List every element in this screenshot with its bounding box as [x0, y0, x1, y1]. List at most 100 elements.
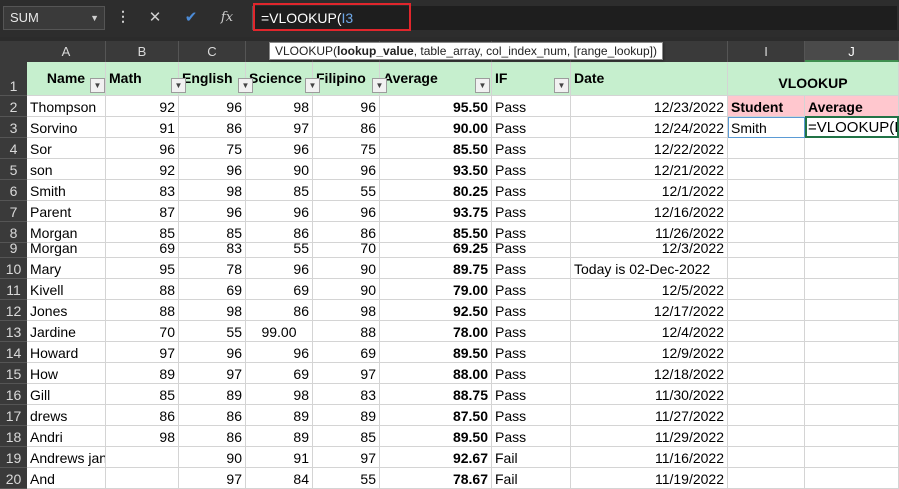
empty-cell[interactable] [805, 138, 899, 159]
cell-if-result[interactable]: Fail [492, 447, 571, 468]
cell-date[interactable]: 12/1/2022 [571, 180, 728, 201]
row-header[interactable]: 12 [0, 300, 27, 321]
cell-filipino[interactable]: 96 [313, 96, 380, 117]
cell-filipino[interactable]: 86 [313, 117, 380, 138]
empty-cell[interactable] [728, 384, 805, 405]
cell-math[interactable] [106, 468, 179, 489]
cell-filipino[interactable]: 90 [313, 279, 380, 300]
empty-cell[interactable] [805, 243, 899, 258]
cell-average[interactable]: 89.75 [380, 258, 492, 279]
row-header[interactable]: 1 [0, 62, 27, 96]
row-header[interactable]: 15 [0, 363, 27, 384]
cell-date[interactable]: 12/23/2022 [571, 96, 728, 117]
cell-science[interactable]: 96 [246, 342, 313, 363]
row-header[interactable]: 16 [0, 384, 27, 405]
cell-name[interactable]: Kivell [27, 279, 106, 300]
empty-cell[interactable] [805, 363, 899, 384]
empty-cell[interactable] [805, 201, 899, 222]
column-header-b[interactable]: B [106, 41, 179, 62]
cell-math[interactable]: 98 [106, 426, 179, 447]
row-header[interactable]: 2 [0, 96, 27, 117]
cell-if-result[interactable]: Pass [492, 342, 571, 363]
cell-average[interactable]: 92.67 [380, 447, 492, 468]
cell-english[interactable]: 78 [179, 258, 246, 279]
cell-name[interactable]: drews [27, 405, 106, 426]
cell-science[interactable]: 86 [246, 300, 313, 321]
empty-cell[interactable] [728, 321, 805, 342]
column-header-a[interactable]: A [27, 41, 106, 62]
cell-if-result[interactable]: Pass [492, 279, 571, 300]
cell-math[interactable]: 70 [106, 321, 179, 342]
cell-english[interactable]: 90 [179, 447, 246, 468]
empty-cell[interactable] [728, 243, 805, 258]
formula-input[interactable]: =VLOOKUP(I3 [252, 6, 897, 30]
cell-name[interactable]: Sor [27, 138, 106, 159]
row-header[interactable]: 3 [0, 117, 27, 138]
cell-english[interactable]: 55 [179, 321, 246, 342]
row-header[interactable]: 17 [0, 405, 27, 426]
cell-if-result[interactable]: Pass [492, 243, 571, 258]
row-header[interactable]: 18 [0, 426, 27, 447]
cell-science[interactable]: 84 [246, 468, 313, 489]
cell-average[interactable]: 78.67 [380, 468, 492, 489]
empty-cell[interactable] [728, 426, 805, 447]
cell-average[interactable]: 85.50 [380, 222, 492, 243]
cell-math[interactable]: 69 [106, 243, 179, 258]
empty-cell[interactable] [805, 300, 899, 321]
worksheet-grid[interactable]: Name Math English Science Filipino Average IF D… [27, 62, 899, 489]
cell-date[interactable]: 11/16/2022 [571, 447, 728, 468]
cell-if-result[interactable]: Pass [492, 300, 571, 321]
cell-date[interactable]: 12/9/2022 [571, 342, 728, 363]
cancel-icon[interactable]: ✕ [140, 6, 170, 30]
cell-english[interactable]: 86 [179, 117, 246, 138]
cell-date[interactable]: 12/21/2022 [571, 159, 728, 180]
row-header[interactable]: 4 [0, 138, 27, 159]
empty-cell[interactable] [728, 279, 805, 300]
cell-english[interactable]: 89 [179, 384, 246, 405]
cell-average[interactable]: 79.00 [380, 279, 492, 300]
cell-science[interactable]: 99.00 [246, 321, 313, 342]
empty-cell[interactable] [805, 426, 899, 447]
empty-cell[interactable] [805, 342, 899, 363]
cell-date[interactable]: 12/4/2022 [571, 321, 728, 342]
cell-name[interactable]: Mary [27, 258, 106, 279]
empty-cell[interactable] [728, 180, 805, 201]
cell-math[interactable] [106, 447, 179, 468]
empty-cell[interactable] [805, 321, 899, 342]
cell-date[interactable]: 12/24/2022 [571, 117, 728, 138]
cell-if-result[interactable]: Pass [492, 405, 571, 426]
filter-dropdown-button[interactable]: ▼ [238, 78, 253, 93]
cell-filipino[interactable]: 75 [313, 138, 380, 159]
empty-cell[interactable] [728, 258, 805, 279]
lookup-formula-cell[interactable]: =VLOOKUP(I3 [805, 117, 899, 138]
cell-science[interactable]: 55 [246, 243, 313, 258]
empty-cell[interactable] [805, 279, 899, 300]
cell-science[interactable]: 89 [246, 405, 313, 426]
column-header-i[interactable]: I [728, 41, 805, 62]
cell-if-result[interactable]: Fail [492, 468, 571, 489]
empty-cell[interactable] [728, 201, 805, 222]
cell-date[interactable]: 12/3/2022 [571, 243, 728, 258]
cell-average[interactable]: 87.50 [380, 405, 492, 426]
cell-date[interactable]: 12/17/2022 [571, 300, 728, 321]
cell-filipino[interactable]: 96 [313, 159, 380, 180]
cell-average[interactable]: 90.00 [380, 117, 492, 138]
cell-name[interactable]: Thompson [27, 96, 106, 117]
cell-english[interactable]: 96 [179, 201, 246, 222]
cell-average[interactable]: 78.00 [380, 321, 492, 342]
cell-english[interactable]: 98 [179, 300, 246, 321]
cell-science[interactable]: 69 [246, 363, 313, 384]
cell-science[interactable]: 89 [246, 426, 313, 447]
cell-filipino[interactable]: 70 [313, 243, 380, 258]
row-header[interactable]: 9 [0, 240, 27, 258]
cell-science[interactable]: 98 [246, 96, 313, 117]
cell-date[interactable]: Today is 02-Dec-2022 [571, 258, 728, 279]
cell-name[interactable]: How [27, 363, 106, 384]
empty-cell[interactable] [728, 300, 805, 321]
cell-if-result[interactable]: Pass [492, 222, 571, 243]
filter-dropdown-button[interactable]: ▼ [90, 78, 105, 93]
cell-science[interactable]: 96 [246, 138, 313, 159]
empty-cell[interactable] [728, 405, 805, 426]
cell-filipino[interactable]: 98 [313, 300, 380, 321]
cell-math[interactable]: 92 [106, 159, 179, 180]
